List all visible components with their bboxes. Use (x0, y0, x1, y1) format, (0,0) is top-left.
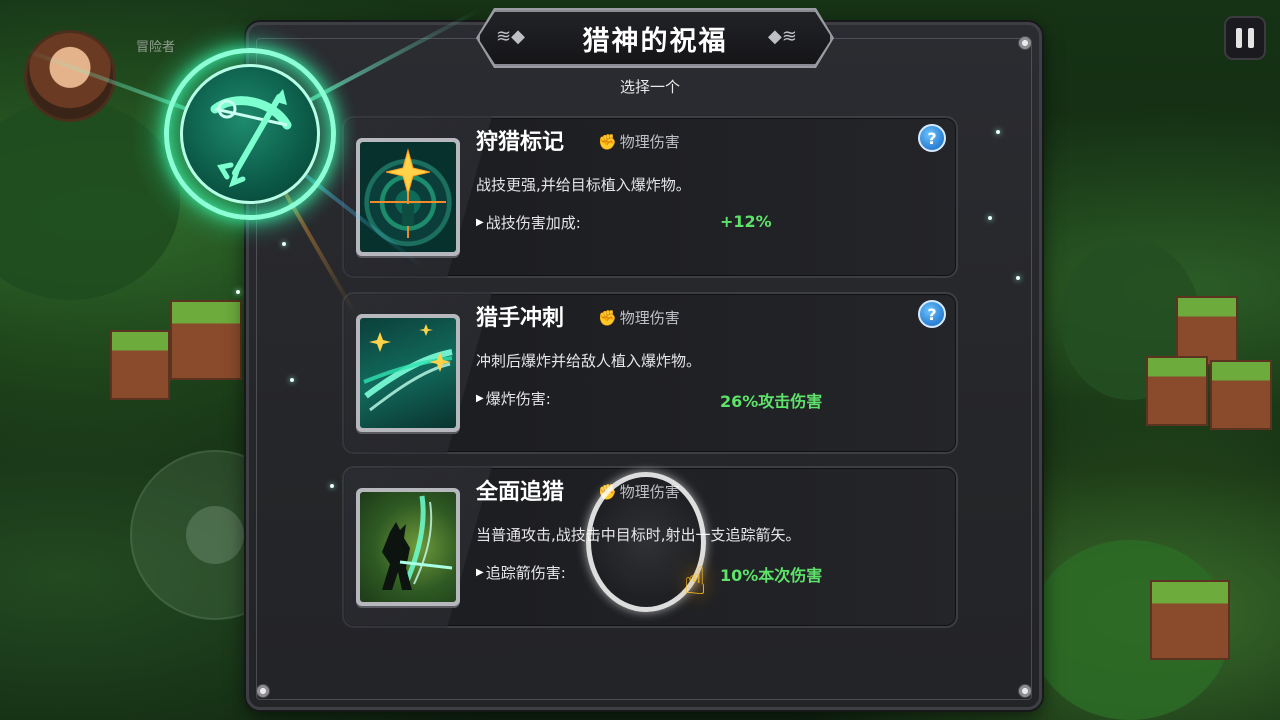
joystick-knob[interactable] (186, 506, 244, 564)
sparkle (996, 130, 1000, 134)
stat-label: ▶ 战技伤害加成: (476, 212, 581, 233)
triangle-bullet-icon: ▶ (476, 567, 484, 578)
corner-ornament-icon (1018, 684, 1032, 698)
pause-icon (1236, 28, 1242, 48)
corner-ornament-icon (1018, 36, 1032, 50)
damage-type-label: 物理伤害 (619, 309, 680, 327)
stat-value: 26%攻击伤害 (720, 392, 823, 411)
card-title: 猎手冲刺 (476, 306, 565, 331)
pause-button[interactable] (1224, 16, 1266, 60)
title-ornament-right-icon: ◆≋ (768, 26, 797, 47)
grass-crate (110, 330, 170, 400)
damage-type-label: 物理伤害 (619, 133, 680, 151)
dash-burst-icon (360, 318, 456, 428)
stat-label-text: 战技伤害加成: (485, 214, 581, 232)
stat-label: ▶ 追踪箭伤害: (476, 562, 566, 583)
grass-crate (1150, 580, 1230, 660)
pointing-hand-icon: ☝ (683, 559, 707, 603)
card-title: 全面追猎 (476, 480, 565, 505)
sparkle (988, 216, 992, 220)
title-ornament-left-icon: ≋◆ (496, 26, 525, 47)
stat-label-text: 追踪箭伤害: (485, 564, 566, 582)
skill-icon-frame (356, 138, 460, 256)
grass-crate (1210, 360, 1272, 430)
sparkle (330, 484, 334, 488)
triangle-bullet-icon: ▶ (476, 217, 484, 228)
skill-icon-frame (356, 488, 460, 606)
grass-crate (1146, 356, 1208, 426)
hunter-silhouette-icon (360, 492, 456, 602)
fist-icon: ✊ (598, 132, 617, 151)
fist-icon: ✊ (598, 308, 617, 327)
sparkle (282, 242, 286, 246)
pause-icon (1248, 28, 1254, 48)
bow-and-arrow-icon (210, 89, 292, 188)
damage-type-tag: ✊ 物理伤害 (598, 131, 680, 152)
target-star-icon (360, 142, 456, 252)
stat-value: +12% (720, 212, 772, 231)
grass-crate (170, 300, 242, 380)
help-button[interactable]: ? (918, 124, 946, 152)
card-description: 战技更强,并给目标植入爆炸物。 (476, 176, 691, 194)
stat-value: 10%本次伤害 (720, 566, 823, 585)
sparkle (290, 378, 294, 382)
sparkle (236, 290, 240, 294)
blessing-emblem (180, 64, 320, 204)
dialog-title: 猎神的祝福 (582, 25, 728, 57)
help-button[interactable]: ? (918, 300, 946, 328)
stat-label: ▶ 爆炸伤害: (476, 388, 551, 409)
triangle-bullet-icon: ▶ (476, 393, 484, 404)
sparkle (1016, 276, 1020, 280)
skill-icon-frame (356, 314, 460, 432)
corner-ornament-icon (256, 684, 270, 698)
card-title: 狩猎标记 (476, 130, 565, 155)
stat-label-text: 爆炸伤害: (485, 390, 551, 408)
dialog-subtitle: 选择一个 (619, 78, 680, 96)
card-description: 冲刺后爆炸并给敌人植入爆炸物。 (476, 352, 702, 370)
damage-type-tag: ✊ 物理伤害 (598, 307, 680, 328)
